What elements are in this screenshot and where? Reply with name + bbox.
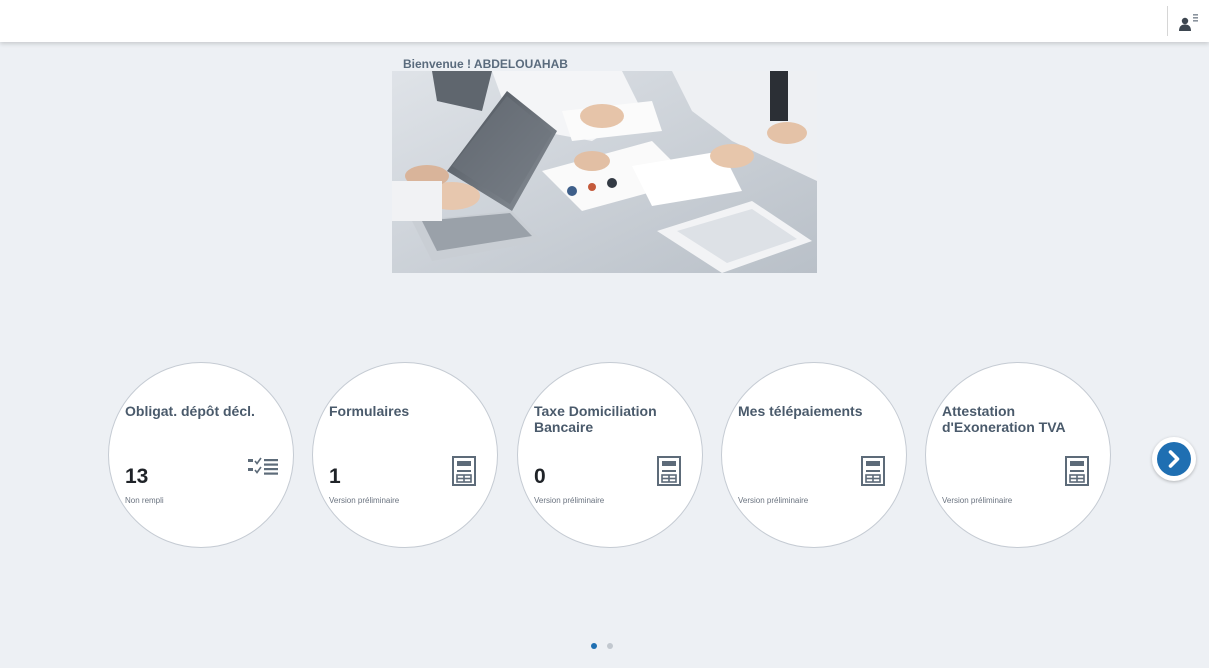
hero-image: [392, 71, 817, 273]
top-bar: [0, 0, 1209, 42]
tile-subtitle: Version préliminaire: [942, 496, 1013, 505]
form-icon: [656, 455, 682, 487]
tile-subtitle: Version préliminaire: [738, 496, 809, 505]
welcome-text: Bienvenue ! ABDELOUAHAB: [403, 57, 568, 71]
tile-count: 0: [534, 465, 546, 488]
tile-taxe-domiciliation-bancaire[interactable]: Taxe Domiciliation Bancaire 0 Version pr…: [517, 362, 703, 548]
tile-title: Mes télépaiements: [738, 403, 863, 419]
pagination-dot-2[interactable]: [607, 643, 613, 649]
topbar-divider: [1167, 6, 1168, 36]
tile-mes-telepaiements[interactable]: Mes télépaiements Version préliminaire: [721, 362, 907, 548]
tile-title: Obligat. dépôt décl.: [125, 403, 255, 419]
tile-count: 1: [329, 465, 341, 488]
form-icon: [860, 455, 886, 487]
carousel-next-button[interactable]: [1152, 437, 1196, 481]
tile-attestation-exoneration-tva[interactable]: Attestation d'Exoneration TVA Version pr…: [925, 362, 1111, 548]
tile-title: Attestation d'Exoneration TVA: [942, 403, 1066, 435]
tile-obligat-depot-decl[interactable]: Obligat. dépôt décl. 13 Non rempli: [108, 362, 294, 548]
user-menu-icon: [1174, 6, 1202, 36]
tile-formulaires[interactable]: Formulaires 1 Version préliminaire: [312, 362, 498, 548]
checklist-icon: [247, 455, 281, 481]
user-menu-button[interactable]: [1174, 6, 1202, 36]
form-icon: [1064, 455, 1090, 487]
tile-title: Taxe Domiciliation Bancaire: [534, 403, 657, 435]
tile-title: Formulaires: [329, 403, 410, 419]
form-icon: [451, 455, 477, 487]
tile-subtitle: Version préliminaire: [329, 496, 400, 505]
pagination-dot-1[interactable]: [591, 643, 597, 649]
tile-subtitle: Version préliminaire: [534, 496, 605, 505]
tile-subtitle: Non rempli: [125, 496, 164, 505]
tile-count: 13: [125, 465, 149, 488]
